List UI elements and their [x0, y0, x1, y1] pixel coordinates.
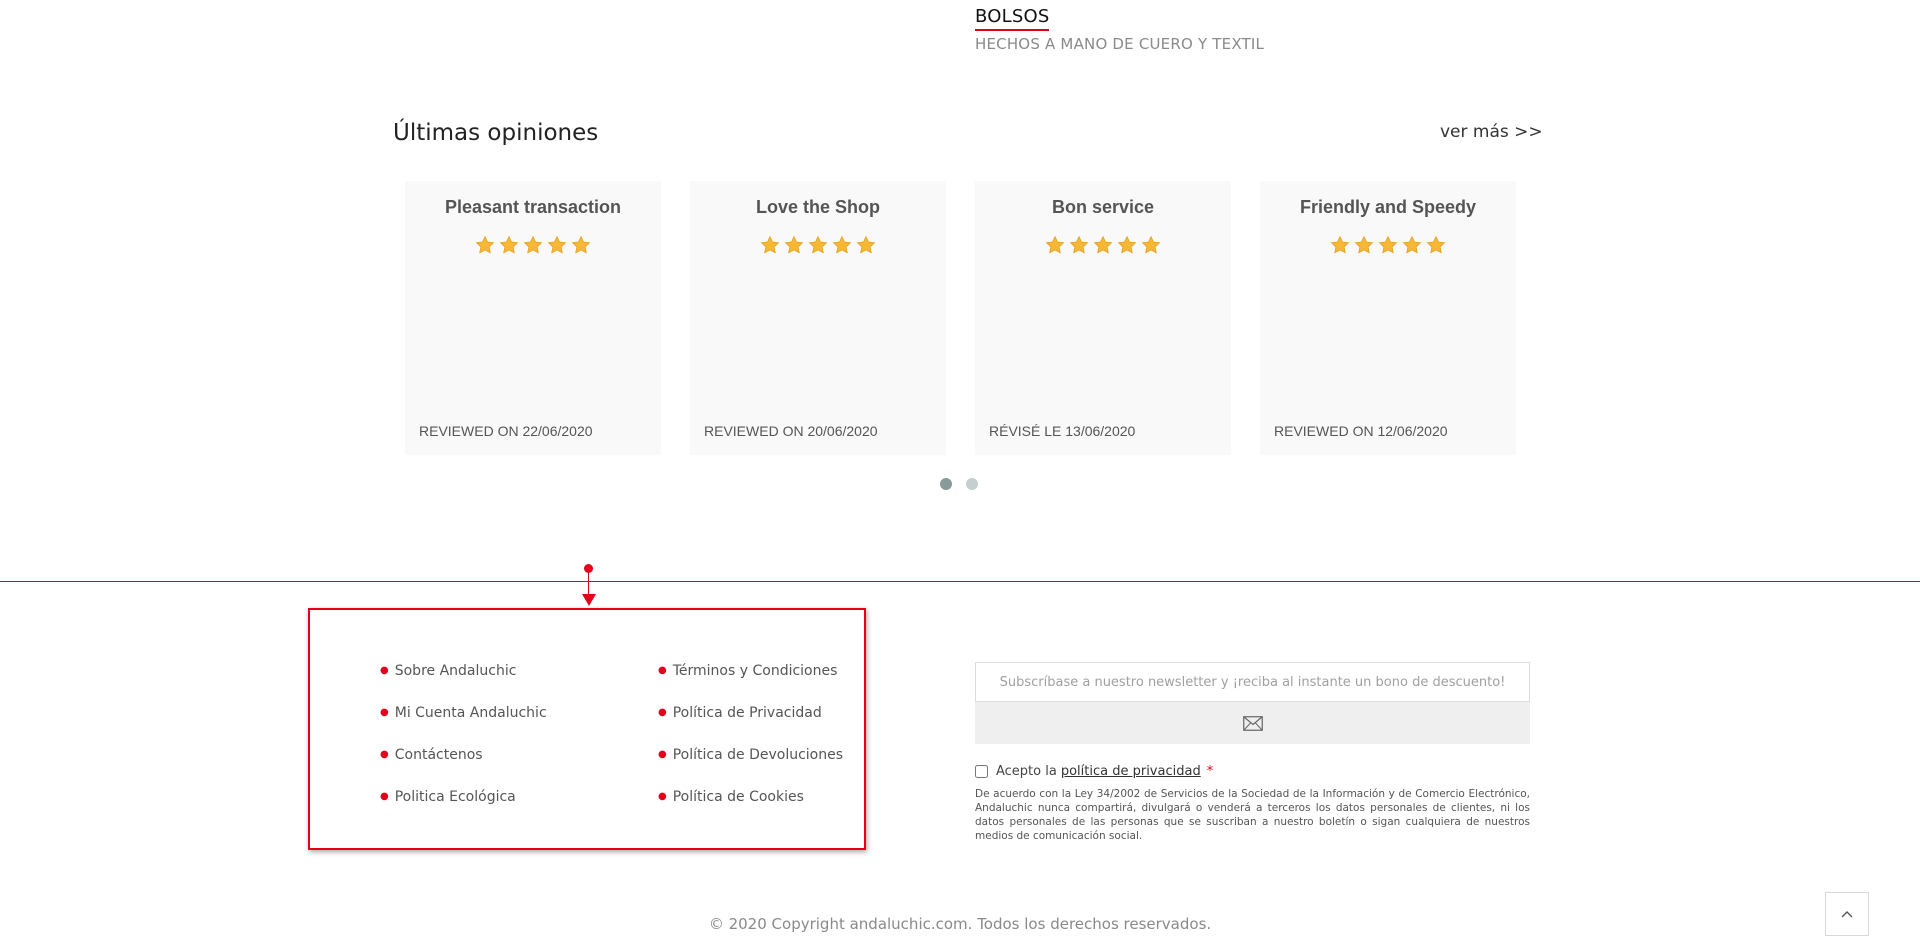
chevron-up-icon	[1841, 911, 1853, 918]
privacy-policy-link[interactable]: política de privacidad	[1061, 764, 1201, 779]
review-date: RÉVISÉ LE 13/06/2020	[989, 423, 1136, 439]
star-icon	[1354, 235, 1374, 254]
category-block[interactable]: BOLSOS HECHOS A MANO DE CUERO Y TEXTIL	[975, 6, 1264, 53]
consent-label: Acepto la	[996, 764, 1057, 779]
footer-link-returns[interactable]: ● Política de Devoluciones	[658, 744, 918, 766]
newsletter-email-input[interactable]	[975, 662, 1530, 702]
footer-link-label: Sobre Andaluchic	[394, 663, 517, 679]
review-date: REVIEWED ON 12/06/2020	[1274, 423, 1448, 439]
footer-link-about[interactable]: ● Sobre Andaluchic	[380, 660, 658, 682]
carousel-dot-2[interactable]	[966, 478, 978, 490]
star-icon	[760, 235, 780, 254]
required-mark: *	[1206, 764, 1214, 779]
bullet-icon: ●	[658, 749, 667, 760]
star-icon	[1093, 235, 1113, 254]
copyright-text: © 2020 Copyright andaluchic.com. Todos l…	[708, 915, 1212, 933]
star-icon	[571, 235, 591, 254]
star-icon	[1378, 235, 1398, 254]
star-icon	[1141, 235, 1161, 254]
star-icon	[784, 235, 804, 254]
star-icon	[832, 235, 852, 254]
bullet-icon: ●	[658, 791, 667, 802]
footer-link-label: Política de Cookies	[672, 789, 804, 805]
review-title: Love the Shop	[755, 197, 880, 217]
footer-link-contact[interactable]: ● Contáctenos	[380, 744, 658, 766]
back-to-top-button[interactable]	[1825, 892, 1869, 936]
footer-link-privacy[interactable]: ● Política de Privacidad	[658, 702, 918, 724]
envelope-icon	[1242, 715, 1263, 731]
review-stars	[690, 235, 946, 255]
privacy-consent: Acepto la política de privacidad *	[975, 764, 1530, 779]
star-icon	[475, 235, 495, 254]
review-title: Pleasant transaction	[444, 197, 622, 217]
bullet-icon: ●	[380, 749, 389, 760]
bullet-icon: ●	[380, 707, 389, 718]
newsletter-submit-button[interactable]	[975, 702, 1530, 744]
star-icon	[1330, 235, 1350, 254]
review-card[interactable]: Friendly and Speedy REVIEWED ON 12/06/20…	[1260, 181, 1516, 455]
footer-link-label: Términos y Condiciones	[672, 663, 838, 679]
footer-link-terms[interactable]: ● Términos y Condiciones	[658, 660, 918, 682]
footer-link-label: Mi Cuenta Andaluchic	[394, 705, 547, 721]
star-icon	[1069, 235, 1089, 254]
category-subtitle: HECHOS A MANO DE CUERO Y TEXTIL	[975, 35, 1265, 53]
page: BOLSOS HECHOS A MANO DE CUERO Y TEXTIL Ú…	[0, 0, 1920, 937]
star-icon	[1117, 235, 1137, 254]
annotation-line	[0, 581, 1920, 582]
review-title: Bon service	[1051, 197, 1155, 217]
star-icon	[808, 235, 828, 254]
star-icon	[1045, 235, 1065, 254]
review-date: REVIEWED ON 20/06/2020	[704, 423, 878, 439]
carousel-dot-1[interactable]	[940, 478, 952, 490]
review-card[interactable]: Pleasant transaction REVIEWED ON 22/06/2…	[405, 181, 661, 455]
reviews-carousel: Pleasant transaction REVIEWED ON 22/06/2…	[405, 181, 1516, 455]
review-stars	[1260, 235, 1516, 255]
legal-notice: De acuerdo con la Ley 34/2002 de Servici…	[975, 788, 1530, 842]
privacy-consent-checkbox[interactable]	[975, 765, 988, 778]
reviews-heading: Últimas opiniones	[393, 120, 599, 146]
star-icon	[1402, 235, 1422, 254]
see-more-link[interactable]: ver más >>	[1440, 122, 1543, 142]
footer-link-label: Politica Ecológica	[394, 789, 516, 805]
star-icon	[547, 235, 567, 254]
footer-link-label: Política de Devoluciones	[672, 747, 844, 763]
star-icon	[523, 235, 543, 254]
star-icon	[499, 235, 519, 254]
footer-link-ecological[interactable]: ● Politica Ecológica	[380, 786, 658, 808]
review-card[interactable]: Love the Shop REVIEWED ON 20/06/2020	[690, 181, 946, 455]
bullet-icon: ●	[380, 665, 389, 676]
bullet-icon: ●	[658, 665, 667, 676]
review-stars	[975, 235, 1231, 255]
star-icon	[856, 235, 876, 254]
footer-link-cookies[interactable]: ● Política de Cookies	[658, 786, 918, 808]
category-title[interactable]: BOLSOS	[975, 6, 1050, 31]
bullet-icon: ●	[658, 707, 667, 718]
review-card[interactable]: Bon service RÉVISÉ LE 13/06/2020	[975, 181, 1231, 455]
annotation-anchor-dot	[584, 564, 593, 573]
footer-link-account[interactable]: ● Mi Cuenta Andaluchic	[380, 702, 658, 724]
review-title: Friendly and Speedy	[1299, 197, 1477, 217]
footer-links: ● Sobre Andaluchic ● Términos y Condicione…	[380, 660, 918, 808]
carousel-dots	[940, 478, 978, 490]
review-stars	[405, 235, 661, 255]
review-date: REVIEWED ON 22/06/2020	[419, 423, 593, 439]
newsletter-form: Acepto la política de privacidad * De ac…	[975, 662, 1530, 843]
annotation-arrow-head	[582, 594, 596, 606]
bullet-icon: ●	[380, 791, 389, 802]
star-icon	[1426, 235, 1446, 254]
footer-link-label: Política de Privacidad	[672, 705, 822, 721]
footer-link-label: Contáctenos	[394, 747, 483, 763]
